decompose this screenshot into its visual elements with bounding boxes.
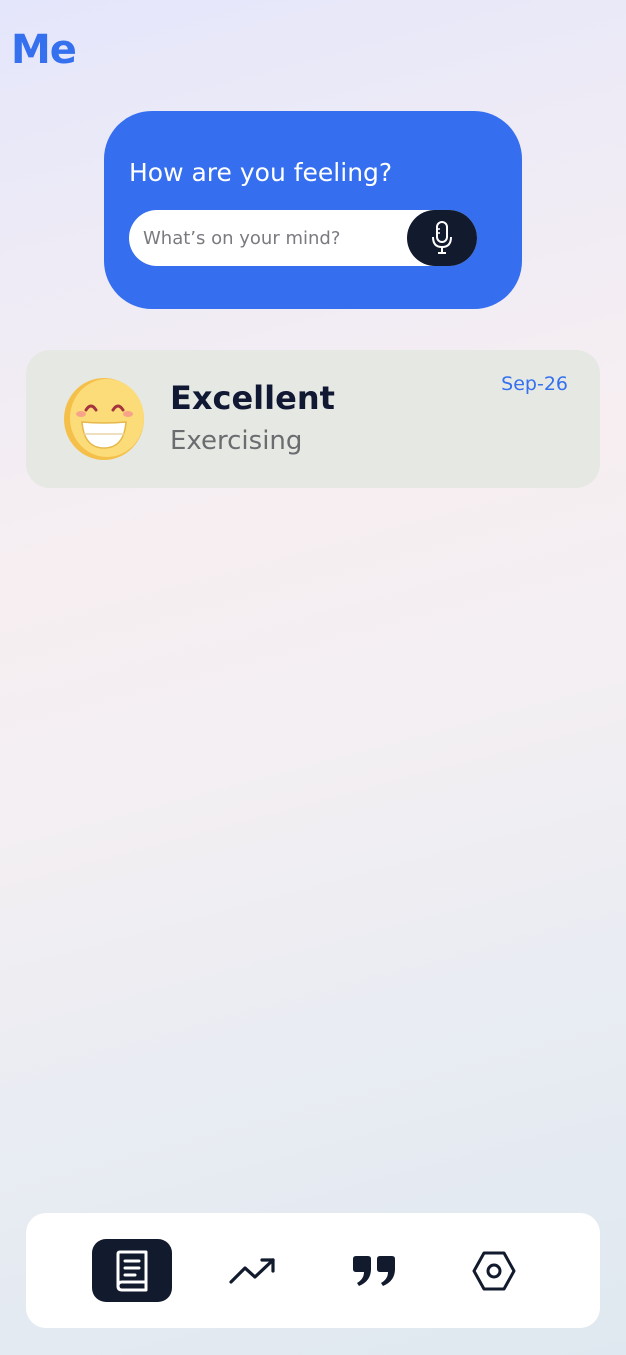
- entry-activity-label: Exercising: [170, 426, 303, 456]
- trending-up-icon: [229, 1257, 275, 1284]
- journal-book-icon: [116, 1250, 148, 1291]
- page-title: Me: [11, 27, 77, 73]
- mind-input[interactable]: [143, 210, 393, 266]
- nav-trends[interactable]: [213, 1239, 293, 1302]
- mood-prompt-card: How are you feeling?: [104, 111, 522, 309]
- grinning-face-icon: [64, 378, 144, 460]
- mind-input-container[interactable]: [129, 210, 477, 266]
- bottom-nav: [26, 1213, 600, 1328]
- nav-journal[interactable]: [92, 1239, 172, 1302]
- microphone-button[interactable]: [407, 210, 477, 266]
- entry-date: Sep-26: [501, 373, 568, 395]
- quote-icon: [353, 1255, 395, 1286]
- microphone-icon: [432, 221, 452, 254]
- nav-settings[interactable]: [454, 1239, 534, 1302]
- nav-quotes[interactable]: [334, 1239, 414, 1302]
- settings-hexagon-icon: [472, 1251, 516, 1290]
- entry-mood-label: Excellent: [170, 379, 335, 417]
- mood-question: How are you feeling?: [129, 158, 393, 187]
- mood-entry-card[interactable]: Excellent Exercising Sep-26: [26, 350, 600, 488]
